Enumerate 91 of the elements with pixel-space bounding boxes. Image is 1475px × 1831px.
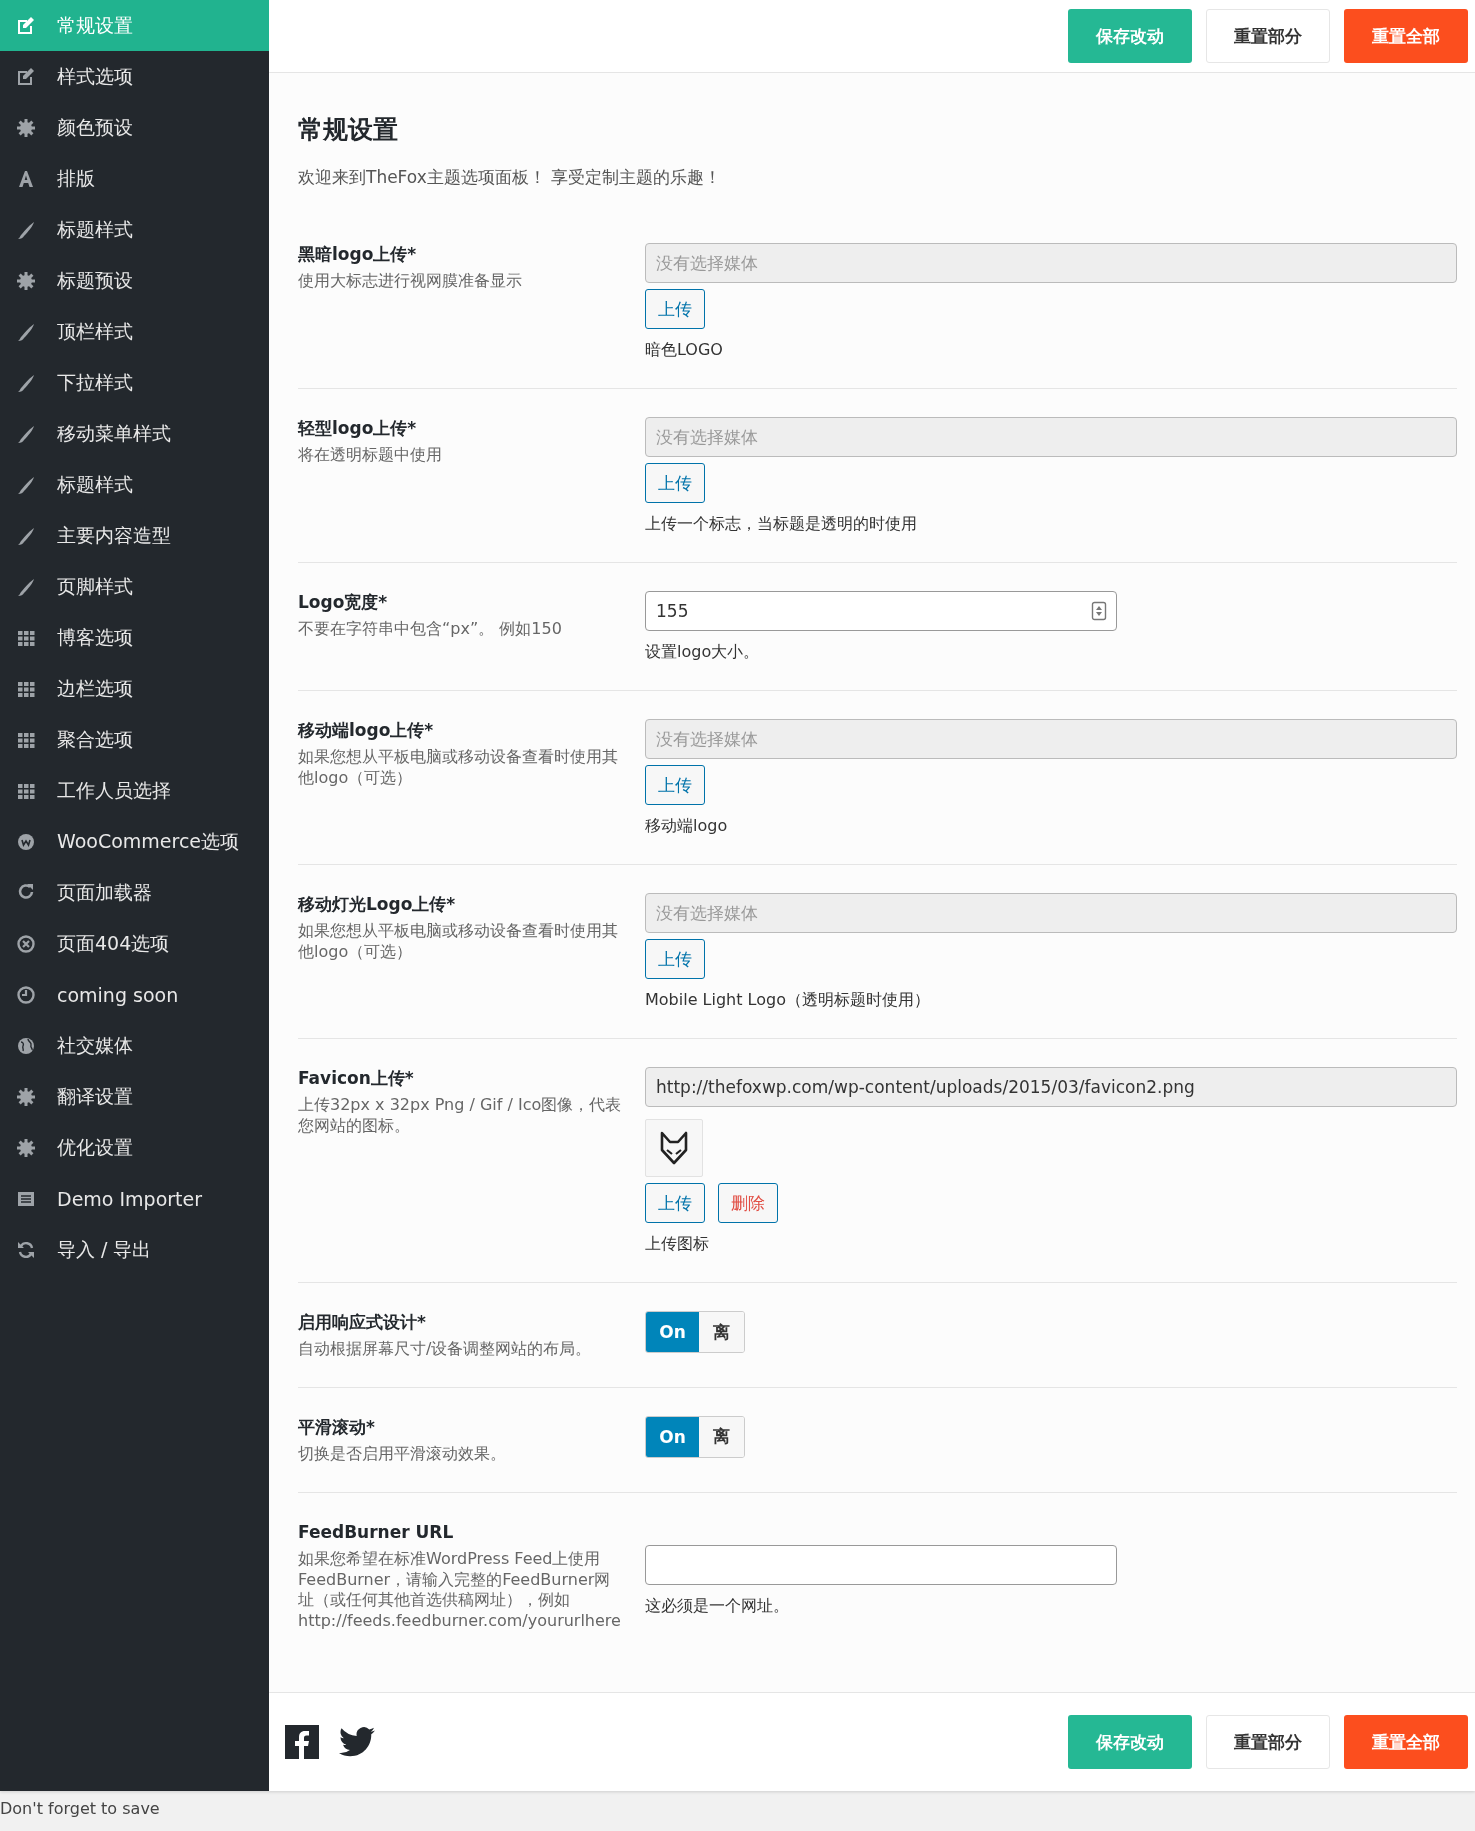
option-description: 使用大标志进行视网膜准备显示 <box>298 271 523 292</box>
sidebar-item[interactable]: 标题样式 <box>0 204 269 255</box>
upload-button[interactable]: 上传 <box>645 289 705 329</box>
reset-section-button[interactable]: 重置部分 <box>1206 1715 1330 1769</box>
option-description: 上传32px x 32px Png / Gif / Ico图像，代表您网站的图标。 <box>298 1095 623 1137</box>
option-title: Logo宽度* <box>298 591 389 614</box>
sidebar-item[interactable]: 标题预设 <box>0 255 269 306</box>
toggle-switch[interactable]: On 离 <box>645 1415 745 1458</box>
sidebar-item[interactable]: 移动菜单样式 <box>0 408 269 459</box>
spinner-icon[interactable] <box>1091 601 1107 621</box>
brush-icon <box>16 576 36 597</box>
sidebar-item[interactable]: 主要内容造型 <box>0 510 269 561</box>
option-title: Favicon上传* <box>298 1067 415 1090</box>
sidebar-item[interactable]: 优化设置 <box>0 1122 269 1173</box>
option-title: 轻型logo上传* <box>298 417 418 440</box>
sidebar-item[interactable]: 顶栏样式 <box>0 306 269 357</box>
upload-button[interactable]: 上传 <box>645 939 705 979</box>
sidebar-item[interactable]: 工作人员选择 <box>0 765 269 816</box>
globe-icon <box>16 1035 36 1056</box>
sidebar-item[interactable]: 页面404选项 <box>0 918 269 969</box>
option-hint: 设置logo大小。 <box>645 642 760 663</box>
settings-icon <box>16 117 36 138</box>
save-reminder: Don't forget to save <box>0 1798 161 1818</box>
sidebar-item[interactable]: 翻译设置 <box>0 1071 269 1122</box>
media-url-field[interactable]: 没有选择媒体 <box>645 243 1457 283</box>
brush-icon <box>16 219 36 240</box>
option-description: 不要在字符串中包含“px”。 例如150 <box>298 619 563 640</box>
sidebar-item[interactable]: 聚合选项 <box>0 714 269 765</box>
facebook-icon[interactable] <box>285 1725 319 1759</box>
option-title: 启用响应式设计* <box>298 1311 427 1334</box>
clock-icon <box>16 984 36 1005</box>
option-title: 移动端logo上传* <box>298 719 435 742</box>
upload-button[interactable]: 上传 <box>645 463 705 503</box>
option-description: 如果您希望在标准WordPress Feed上使用FeedBurner，请输入完整的FeedBurner网址（或任何其他首选供稿网址），例如 http://feeds.feedburner.com/yoururlhere <box>298 1548 622 1633</box>
letter-icon <box>16 168 36 189</box>
upload-button[interactable]: 上传 <box>645 765 705 805</box>
option-title: 黑暗logo上传* <box>298 243 418 266</box>
media-url-field[interactable]: 没有选择媒体 <box>645 417 1457 457</box>
brush-icon <box>16 474 36 495</box>
sidebar-item[interactable]: 颜色预设 <box>0 102 269 153</box>
option-hint: 移动端logo <box>645 816 728 837</box>
cross-circle-icon <box>16 933 36 954</box>
option-hint: 暗色LOGO <box>645 340 723 361</box>
media-url-field[interactable]: 没有选择媒体 <box>645 893 1457 933</box>
twitter-icon[interactable] <box>339 1727 375 1757</box>
settings-icon <box>16 270 36 291</box>
sidebar-item[interactable]: 样式选项 <box>0 51 269 102</box>
option-hint: 上传一个标志，当标题是透明的时使用 <box>645 514 917 535</box>
option-title: 平滑滚动* <box>298 1415 376 1438</box>
sidebar-item[interactable]: 导入 / 导出 <box>0 1224 269 1275</box>
sidebar-item[interactable]: 社交媒体 <box>0 1020 269 1071</box>
remove-button[interactable]: 删除 <box>718 1183 778 1223</box>
edit-icon <box>16 15 36 36</box>
number-field[interactable]: 155 <box>645 591 1117 631</box>
url-field[interactable] <box>645 1544 1117 1585</box>
option-description: 切换是否启用平滑滚动效果。 <box>298 1444 507 1465</box>
option-hint: Mobile Light Logo（透明标题时使用） <box>645 990 930 1011</box>
option-title: 移动灯光Logo上传* <box>298 893 457 916</box>
settings-icon <box>16 1137 36 1158</box>
upload-button[interactable]: 上传 <box>645 1183 705 1223</box>
option-title: FeedBurner URL <box>298 1520 455 1543</box>
option-description: 将在透明标题中使用 <box>298 445 443 466</box>
sidebar-item[interactable]: 页面加载器 <box>0 867 269 918</box>
media-url-field[interactable]: 没有选择媒体 <box>645 719 1457 759</box>
option-description: 自动根据屏幕尺寸/设备调整网站的布局。 <box>298 1339 593 1360</box>
brush-icon <box>16 372 36 393</box>
option-hint: 上传图标 <box>645 1234 709 1255</box>
page-title: 常规设置 <box>298 114 399 146</box>
settings-icon <box>16 1086 36 1107</box>
media-url-field[interactable]: http://thefoxwp.com/wp-content/uploads/2015/03/favicon2.png <box>645 1067 1457 1107</box>
option-description: 如果您想从平板电脑或移动设备查看时使用其他logo（可选） <box>298 747 619 789</box>
edit-icon <box>16 66 36 87</box>
sidebar-item[interactable]: 排版 <box>0 153 269 204</box>
sidebar-item[interactable]: 页脚样式 <box>0 561 269 612</box>
sidebar-item[interactable]: 边栏选项 <box>0 663 269 714</box>
sidebar-item[interactable]: 博客选项 <box>0 612 269 663</box>
sidebar-item[interactable]: 标题样式 <box>0 459 269 510</box>
sidebar-item[interactable]: WooCommerce选项 <box>0 816 269 867</box>
brush-icon <box>16 423 36 444</box>
reset-section-button[interactable]: 重置部分 <box>1206 9 1330 63</box>
cart-circle-icon <box>16 831 36 852</box>
intro-text: 欢迎来到TheFox主题选项面板！ 享受定制主题的乐趣！ <box>298 166 723 189</box>
option-hint: 这必须是一个网址。 <box>645 1595 789 1617</box>
brush-icon <box>16 321 36 342</box>
brush-icon <box>16 525 36 546</box>
option-description: 如果您想从平板电脑或移动设备查看时使用其他logo（可选） <box>298 921 619 963</box>
sidebar-item[interactable]: coming soon <box>0 969 269 1020</box>
sidebar-item[interactable]: 下拉样式 <box>0 357 269 408</box>
sync-icon <box>16 1239 36 1260</box>
toggle-switch[interactable]: On 离 <box>645 1311 745 1353</box>
sidebar-item[interactable]: Demo Importer <box>0 1173 269 1224</box>
